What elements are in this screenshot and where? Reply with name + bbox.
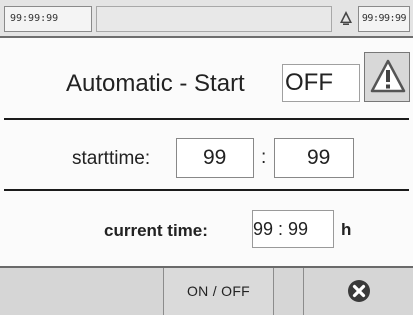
current-time-value: 99 : 99 <box>252 210 334 248</box>
time-separator: : <box>261 147 267 168</box>
page-title: Automatic - Start <box>66 70 245 97</box>
starttime-label: starttime: <box>72 148 151 169</box>
warning-triangle-icon <box>370 59 406 93</box>
current-time-label: current time: <box>104 221 208 240</box>
softkey-bar: ON / OFF <box>0 266 413 315</box>
close-button[interactable] <box>304 268 413 315</box>
auto-start-screen: 99:99:99 99:99:99 Automatic - Start OFF … <box>0 0 413 315</box>
status-time-left: 99:99:99 <box>4 6 92 32</box>
starttime-minutes-field[interactable]: 99 <box>274 138 354 178</box>
status-message-area <box>96 6 332 32</box>
softkey-empty-1 <box>0 268 164 315</box>
auto-start-state-display: OFF <box>282 64 360 102</box>
softkey-empty-2 <box>274 268 304 315</box>
divider-bottom <box>4 189 409 191</box>
warning-button[interactable] <box>364 52 410 102</box>
alarm-bell-icon <box>340 11 352 25</box>
starttime-hours-field[interactable]: 99 <box>176 138 254 178</box>
status-bar: 99:99:99 99:99:99 <box>0 0 413 38</box>
status-time-right: 99:99:99 <box>358 6 410 32</box>
close-icon <box>348 280 370 302</box>
divider-top <box>4 118 409 120</box>
current-time-unit: h <box>341 220 352 239</box>
on-off-button[interactable]: ON / OFF <box>164 268 274 315</box>
